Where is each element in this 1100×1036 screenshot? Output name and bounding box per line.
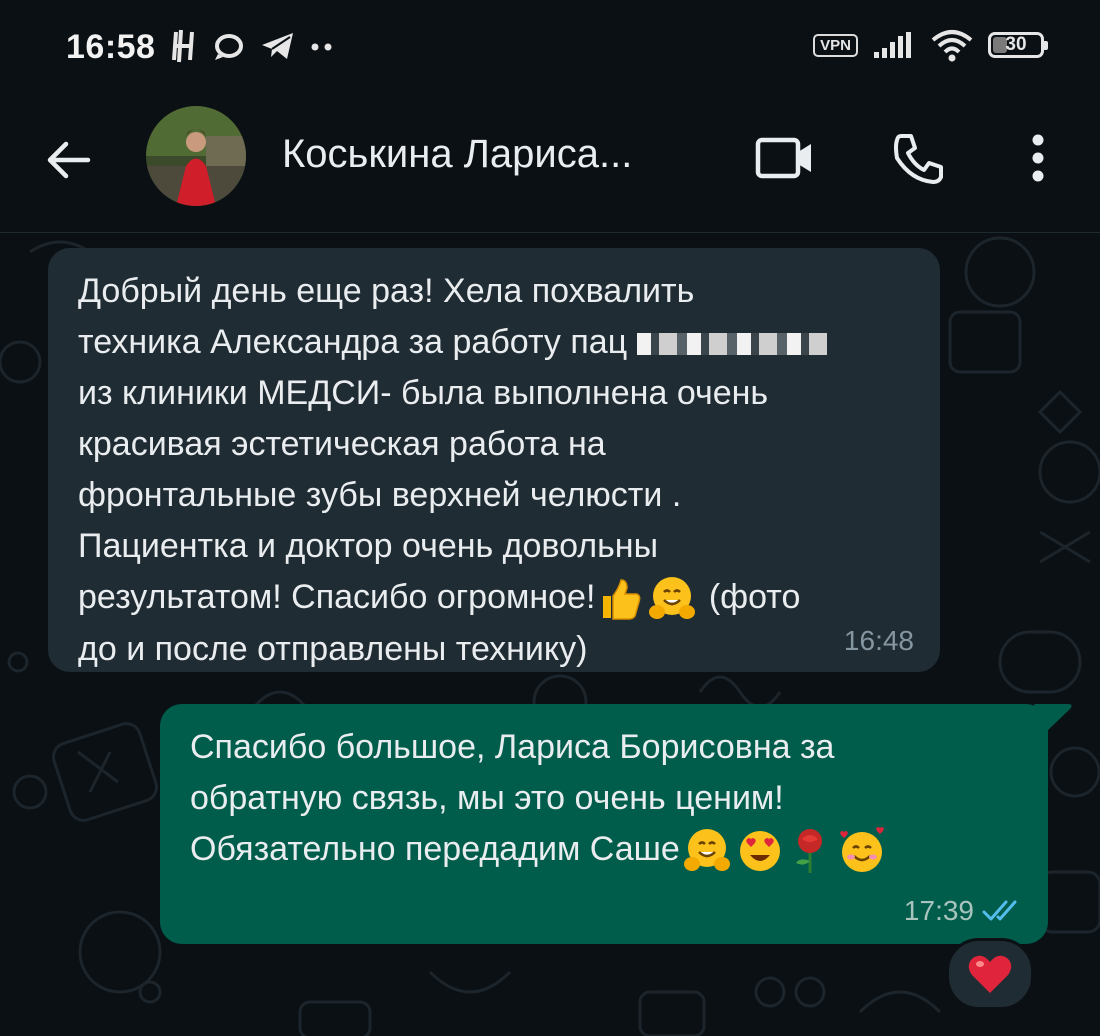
voice-call-button[interactable]: [886, 128, 952, 188]
more-options-button[interactable]: [1016, 128, 1060, 188]
contact-photo: [146, 106, 246, 206]
read-receipt-icon: [982, 900, 1017, 920]
heart-eyes-face-icon: [739, 831, 780, 872]
message-time: 16:48: [843, 625, 914, 656]
message-line: Обязательно передадим Саше: [190, 824, 1018, 876]
signal-icon: [874, 32, 911, 58]
battery-level: 30: [1005, 34, 1027, 55]
avatar[interactable]: [146, 106, 246, 206]
status-bar: 16:58 VPN 30: [0, 0, 1100, 100]
smiling-face-hearts-icon: [840, 827, 884, 873]
video-call-button[interactable]: [752, 130, 818, 186]
more-vert-icon: [1032, 134, 1044, 182]
back-arrow-icon: [47, 141, 91, 179]
back-button[interactable]: [40, 132, 96, 188]
message-line: до и после отправлены технику): [78, 630, 588, 669]
video-camera-icon: [755, 137, 811, 179]
message-line: техника Александра за работу пац: [78, 317, 910, 368]
message-time: 17:39: [903, 895, 974, 926]
wifi-icon: [931, 30, 973, 62]
message-line: результатом! Спасибо огромное! (фото: [78, 572, 910, 624]
battery-indicator: 30: [988, 32, 1048, 58]
message-line-text: техника Александра за работу пац: [78, 323, 628, 361]
o-icon: [215, 34, 243, 60]
message-line: красивая эстетическая работа на: [78, 425, 606, 463]
redacted-text: [637, 333, 828, 356]
hugging-face-icon: [649, 577, 696, 620]
heart-icon: [968, 955, 1012, 993]
message-line: из клиники МЕДСИ- была выполнена очень: [78, 374, 769, 412]
status-system-icons: VPN 30: [813, 28, 1048, 62]
message-incoming[interactable]: Добрый день еще раз! Хела похвалить техн…: [48, 248, 940, 672]
telegram-icon: [262, 33, 293, 59]
status-time: 16:58: [66, 28, 156, 66]
message-line: Добрый день еще раз! Хела похвалить: [78, 272, 695, 310]
hugging-face-icon: [683, 829, 730, 872]
vpn-badge: VPN: [813, 33, 858, 57]
message-line: Спасибо большое, Лариса Борисовна за: [190, 728, 835, 766]
message-meta: 17:39: [904, 885, 1026, 936]
message-line: обратную связь, мы это очень ценим!: [190, 779, 784, 817]
chat-header: Коськина Лариса...: [0, 100, 1100, 233]
message-line-text: Обязательно передадим Саше: [190, 830, 680, 868]
phone-icon: [894, 134, 943, 184]
message-line-text: (фото: [699, 578, 801, 616]
message-line: Пациентка и доктор очень довольны: [78, 527, 659, 565]
message-line-text: результатом! Спасибо огромное!: [78, 578, 596, 616]
h-icon: [172, 29, 194, 63]
contact-name[interactable]: Коськина Лариса...: [282, 132, 632, 177]
thumbs-up-icon: [603, 579, 641, 620]
message-outgoing[interactable]: Спасибо большое, Лариса Борисовна за обр…: [160, 704, 1048, 944]
message-line: фронтальные зубы верхней челюсти .: [78, 476, 682, 514]
rose-icon: [795, 829, 822, 874]
status-notification-icons: [172, 26, 334, 66]
message-reaction[interactable]: [946, 938, 1034, 1010]
dots-icon: [311, 43, 332, 51]
